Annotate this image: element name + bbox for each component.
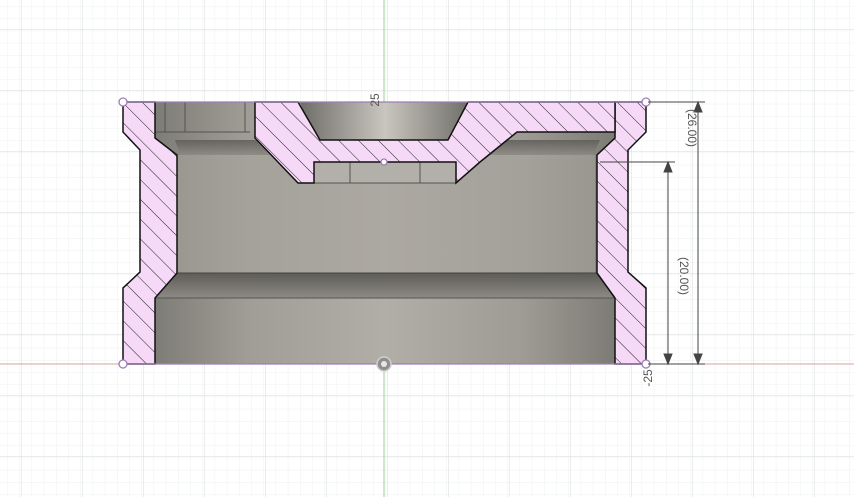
sketch-point: [118, 97, 128, 107]
canvas-viewport[interactable]: (26.00) (20.00) 25 -25: [0, 0, 854, 497]
marker-bottom: -25: [641, 369, 655, 387]
sketch-point: [118, 359, 128, 369]
marker-top: 25: [368, 93, 382, 107]
origin-point-icon[interactable]: [376, 356, 392, 372]
dimension-inner-height[interactable]: (20.00): [677, 257, 691, 295]
dimension-overall-height[interactable]: (26.00): [685, 109, 699, 147]
sketch-point: [380, 158, 388, 166]
